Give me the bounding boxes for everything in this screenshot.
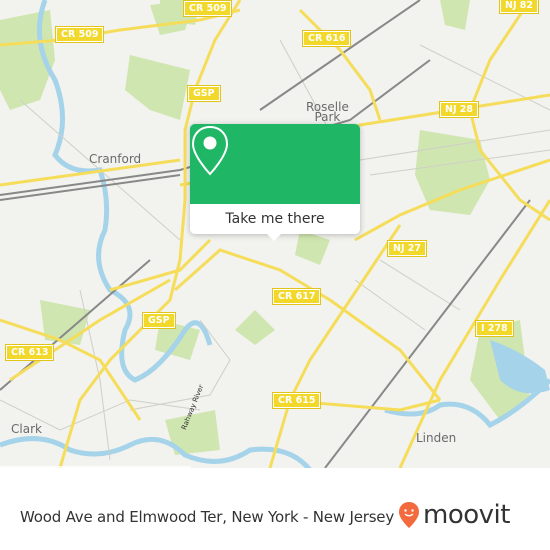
- map-attribution[interactable]: © OpenStreetMap contributors: [0, 466, 191, 468]
- footer: Wood Ave and Elmwood Ter, New York - New…: [0, 490, 550, 550]
- road-shield-gsp: GSP: [187, 85, 221, 102]
- place-label-roselle-park: Roselle Park: [306, 100, 349, 124]
- road-shield-cr613: CR 613: [4, 344, 55, 361]
- moovit-logo[interactable]: moovit: [398, 500, 510, 530]
- road-shield-i278: I 278: [475, 320, 514, 337]
- location-popup: Take me there: [190, 124, 360, 241]
- moovit-pin-icon: [399, 502, 419, 528]
- place-label-clark: Clark: [11, 422, 42, 436]
- map-pin-icon: [191, 125, 229, 176]
- map-view[interactable]: CR 509 CR 509 GSP CR 616 NJ 82 NJ 28 NJ …: [0, 0, 550, 468]
- road-shield-gsp: GSP: [142, 312, 176, 329]
- road-shield-cr616: CR 616: [301, 30, 352, 47]
- popup-pointer: [265, 232, 283, 241]
- place-label-linden: Linden: [416, 431, 457, 445]
- road-shield-cr615: CR 615: [271, 392, 322, 409]
- road-shield-cr509: CR 509: [182, 0, 233, 17]
- location-title: Wood Ave and Elmwood Ter, New York - New…: [20, 508, 395, 526]
- road-shield-nj82: NJ 82: [498, 0, 540, 14]
- road-shield-nj28: NJ 28: [438, 101, 480, 118]
- road-shield-nj27: NJ 27: [386, 240, 428, 257]
- popup-header: [190, 124, 360, 204]
- moovit-brand-text: moovit: [423, 500, 510, 530]
- road-shield-cr509: CR 509: [54, 26, 105, 43]
- road-shield-cr617: CR 617: [271, 288, 322, 305]
- take-me-there-button[interactable]: Take me there: [190, 204, 360, 234]
- place-label-cranford: Cranford: [89, 152, 142, 166]
